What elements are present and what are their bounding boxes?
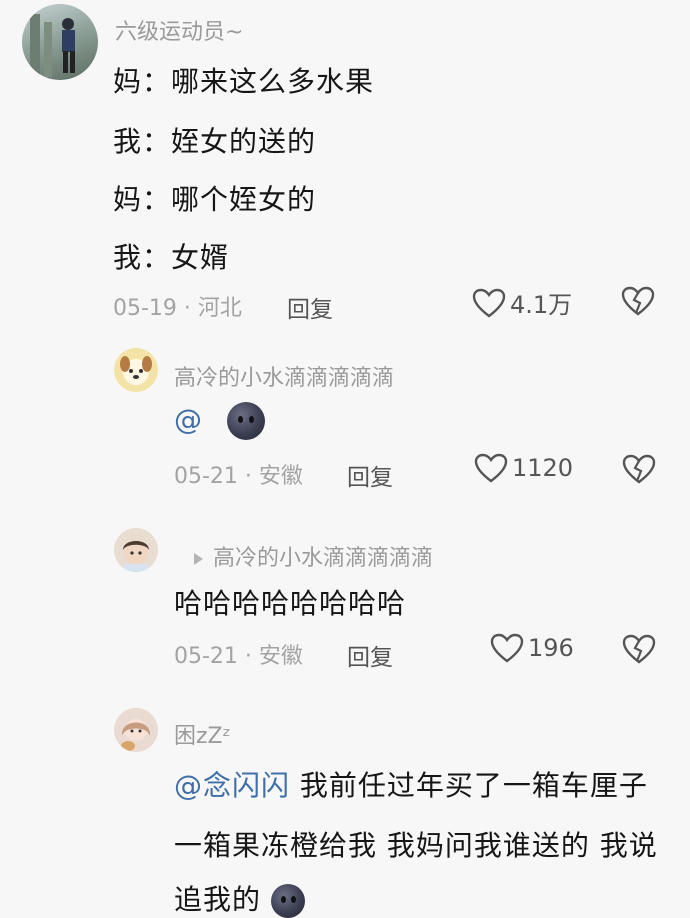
comment-date-location: 05-21 · 安徽	[174, 464, 303, 489]
reply-button[interactable]: 回复	[347, 458, 393, 492]
broken-heart-icon	[622, 634, 656, 664]
dark-moon-emoji	[226, 402, 265, 440]
avatar[interactable]	[114, 708, 158, 752]
heart-outline-icon	[472, 288, 506, 318]
dislike-button[interactable]	[622, 634, 656, 668]
comment-text-line: 追我的	[174, 878, 305, 918]
reply-button[interactable]: 回复	[287, 290, 333, 324]
like-button[interactable]: 4.1万	[472, 285, 572, 320]
comment-3: 高冷的小水滴滴滴滴滴 哈哈哈哈哈哈哈哈 05-21 · 安徽 回复 196	[0, 520, 690, 690]
like-button[interactable]: 1120	[474, 453, 573, 483]
avatar[interactable]	[114, 528, 158, 572]
avatar[interactable]	[114, 348, 158, 392]
reply-button[interactable]: 回复	[347, 638, 393, 672]
comment-text-line: 我：女婿	[113, 241, 230, 274]
username[interactable]: 困zZᶻ	[174, 718, 231, 750]
comment-text-line: 妈：哪个姪女的	[113, 183, 317, 216]
avatar-girl-icon	[121, 719, 151, 751]
dislike-button[interactable]	[621, 286, 655, 320]
like-count: 4.1万	[510, 291, 573, 319]
dislike-button[interactable]	[622, 454, 656, 488]
username[interactable]: 高冷的小水滴滴滴滴滴	[213, 546, 433, 571]
avatar-person-icon	[123, 540, 149, 572]
username[interactable]: 高冷的小水滴滴滴滴滴	[174, 360, 394, 392]
comment-date-location: 05-21 · 安徽	[174, 644, 303, 669]
like-count: 1120	[512, 454, 574, 482]
mention-link[interactable]: @	[174, 403, 203, 436]
comment-1: 六级运动员~ 妈：哪来这么多水果 我：姪女的送的 妈：哪个姪女的 我：女婿 05…	[0, 0, 690, 340]
comment-date-location: 05-19 · 河北	[113, 296, 242, 321]
comment-2: 高冷的小水滴滴滴滴滴 @ 05-21 · 安徽 回复 1120	[0, 340, 690, 510]
like-count: 196	[528, 634, 574, 662]
broken-heart-icon	[621, 286, 655, 316]
avatar-dog-icon	[120, 356, 152, 385]
username[interactable]: 六级运动员~	[115, 14, 243, 46]
comment-4: 困zZᶻ @念闪闪 我前任过年买了一箱车厘子 一箱果冻橙给我 我妈问我谁送的 我…	[0, 700, 690, 918]
mention-link[interactable]: @念闪闪	[174, 769, 290, 802]
comment-text-line: 一箱果冻橙给我 我妈问我谁送的 我说	[174, 829, 658, 862]
reply-arrow-icon	[194, 553, 203, 565]
comment-text-line: @念闪闪 我前任过年买了一箱车厘子	[174, 764, 648, 804]
avatar-figure-icon	[30, 14, 75, 77]
comment-text-line: @	[174, 402, 265, 440]
avatar[interactable]	[22, 4, 98, 80]
dark-moon-emoji	[270, 884, 305, 918]
comment-text-segment: 我前任过年买了一箱车厘子	[290, 769, 648, 802]
reply-target-username[interactable]: 高冷的小水滴滴滴滴滴	[194, 540, 433, 572]
heart-outline-icon	[474, 453, 508, 483]
comment-text-line: 妈：哪来这么多水果	[113, 65, 375, 98]
like-button[interactable]: 196	[490, 633, 574, 663]
comment-text-line: 我：姪女的送的	[113, 125, 317, 158]
heart-outline-icon	[490, 633, 524, 663]
comment-text-line: 哈哈哈哈哈哈哈哈	[174, 587, 407, 620]
broken-heart-icon	[622, 454, 656, 484]
comment-text-segment: 追我的	[174, 883, 262, 916]
